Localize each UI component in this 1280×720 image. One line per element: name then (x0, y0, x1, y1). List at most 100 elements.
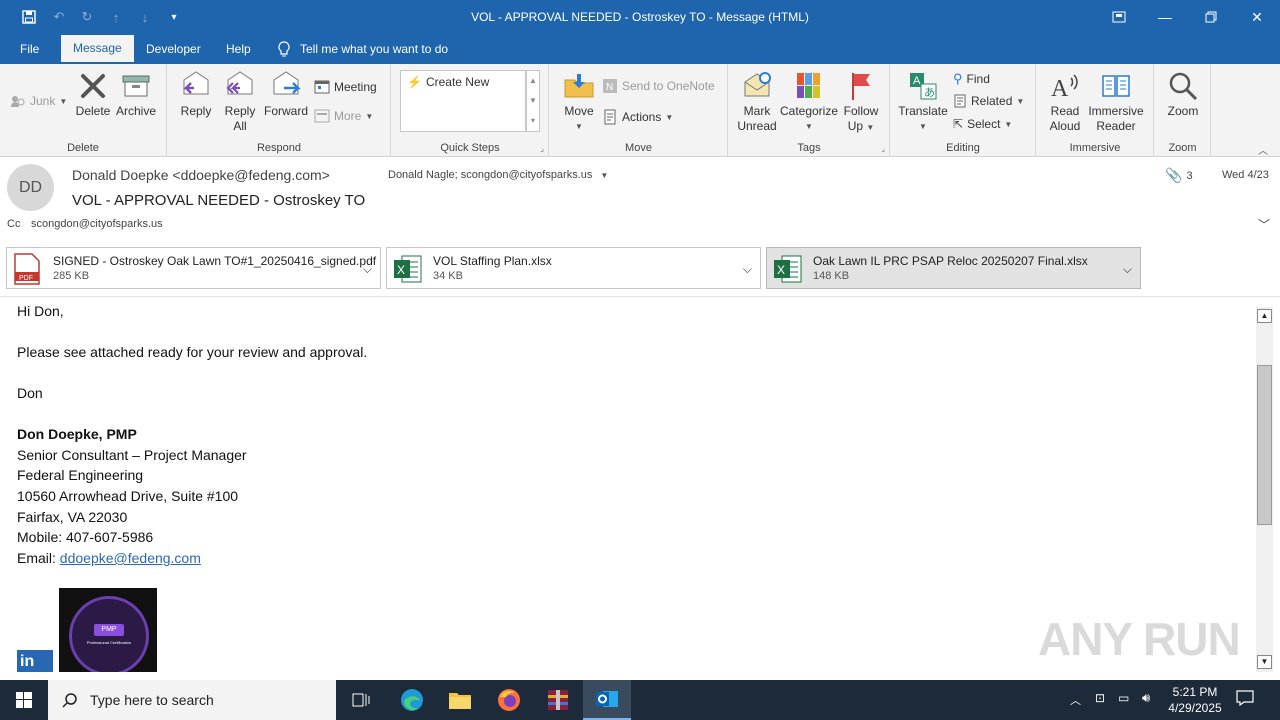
badge-subtext: Professional Certification (86, 640, 132, 645)
chevron-down-icon: ▼ (866, 123, 875, 132)
mark-unread-label-line1: Mark (743, 104, 771, 118)
chevron-down-icon[interactable]: ⌵ (743, 262, 752, 277)
svg-text:PDF: PDF (19, 275, 33, 282)
minimize-button[interactable]: — (1142, 0, 1188, 34)
badge-circle: PMP Professional Certification (69, 596, 149, 672)
group-editing: Aあ Translate ▼ ⚲ Find Related ▼ ⇱ Select ▼… (891, 64, 1036, 157)
meeting-button[interactable]: Meeting (314, 79, 377, 94)
chevron-down-icon: ▼ (665, 112, 674, 122)
reply-all-button[interactable]: Reply All (220, 70, 260, 134)
clock-time: 5:21 PM (1172, 685, 1218, 699)
attachment-xlsx[interactable]: X VOL Staffing Plan.xlsx 34 KB ⌵ (386, 247, 761, 289)
collapse-ribbon-icon[interactable]: ︿ (1258, 142, 1268, 157)
actions-button[interactable]: Actions ▼ (602, 109, 673, 125)
zoom-button[interactable]: Zoom (1161, 70, 1205, 119)
tab-help[interactable]: Help (214, 34, 263, 64)
select-button[interactable]: ⇱ Select ▼ (953, 117, 1012, 131)
dialog-launcher-icon[interactable]: ⌟ (540, 144, 544, 153)
firefox-icon (498, 689, 520, 711)
cc-recipients[interactable]: scongdon@cityofsparks.us (31, 218, 163, 230)
chevron-down-icon: ▼ (1016, 96, 1025, 106)
signature-email-line: Email: ddoepke@fedeng.com (17, 550, 201, 566)
taskbar-search-box[interactable]: Type here to search (48, 680, 336, 720)
send-to-onenote-button[interactable]: N Send to OneNote (602, 78, 715, 94)
move-button[interactable]: Move ▼ (560, 70, 598, 134)
chevron-down-icon: ▼ (600, 170, 609, 180)
file-explorer-taskbar-button[interactable] (438, 680, 482, 720)
read-aloud-button[interactable]: A Read Aloud (1043, 70, 1087, 134)
move-label: Move (564, 104, 594, 118)
winrar-taskbar-button[interactable] (536, 680, 580, 720)
group-label: Tags (797, 142, 821, 154)
tab-message[interactable]: Message (61, 35, 134, 64)
translate-button[interactable]: Aあ Translate ▼ (897, 70, 949, 134)
signature-company: Federal Engineering (17, 467, 144, 483)
system-clock[interactable]: 5:21 PM 4/29/2025 (1166, 684, 1224, 716)
volume-icon[interactable]: 🔊︎ (1142, 690, 1150, 706)
group-label: Immersive (1069, 142, 1121, 154)
attachment-pdf[interactable]: PDF SIGNED - Ostroskey Oak Lawn TO#1_202… (6, 247, 381, 289)
group-respond: Reply Reply All Forward Meeting More ▼ Re… (168, 64, 391, 157)
follow-up-label-line2: Up ▼ (848, 119, 875, 135)
attachment-xlsx-selected[interactable]: X Oak Lawn IL PRC PSAP Reloc 20250207 Fi… (766, 247, 1141, 289)
group-label: Quick Steps (440, 142, 500, 154)
tab-file[interactable]: File (8, 34, 51, 64)
chevron-down-icon[interactable]: ⌵ (363, 262, 372, 277)
search-placeholder: Type here to search (90, 692, 214, 708)
expand-header-icon[interactable]: ﹀ (1258, 216, 1270, 233)
scroll-down-icon[interactable]: ▼ (1257, 655, 1272, 669)
sender[interactable]: Donald Doepke <ddoepke@fedeng.com> (72, 167, 330, 183)
edge-icon (401, 689, 423, 711)
firefox-taskbar-button[interactable] (487, 680, 531, 720)
scroll-up-icon[interactable]: ▲ (1257, 309, 1272, 323)
quick-steps-scroll[interactable]: ▲ ▼ ▾ (526, 70, 540, 132)
related-button[interactable]: Related ▼ (953, 94, 1024, 108)
linkedin-icon[interactable]: in (17, 650, 53, 672)
edge-taskbar-button[interactable] (390, 680, 434, 720)
close-button[interactable]: ✕ (1234, 0, 1280, 34)
task-view-button[interactable] (344, 680, 378, 720)
show-hidden-icons[interactable]: ︿ (1070, 692, 1081, 708)
tab-developer[interactable]: Developer (134, 34, 213, 64)
quick-step-create-new[interactable]: ⚡ Create New (407, 75, 489, 89)
notifications-icon[interactable] (1236, 690, 1254, 709)
signature-city: Fairfax, VA 22030 (17, 509, 128, 525)
tell-me-box[interactable]: Tell me what you want to do (278, 34, 448, 64)
forward-button[interactable]: Forward (264, 70, 308, 119)
network-device-icon[interactable]: ⊡ (1095, 691, 1105, 705)
chevron-down-icon: ▼ (1004, 119, 1013, 129)
immersive-reader-icon (1102, 75, 1130, 97)
dialog-launcher-icon[interactable]: ⌟ (881, 144, 885, 153)
categorize-button[interactable]: Categorize ▼ (779, 70, 839, 134)
cursor-icon: ⇱ (953, 117, 964, 131)
more-respond-button[interactable]: More ▼ (314, 109, 373, 123)
network-icon[interactable]: ▭ (1118, 691, 1129, 705)
outlook-message-window: { "window": {"title": "VOL - APPROVAL NE… (0, 0, 1280, 720)
actions-icon (604, 109, 616, 125)
junk-button[interactable]: Junk ▼ (10, 94, 67, 108)
greeting: Hi Don, (17, 303, 64, 319)
body-scrollbar[interactable]: ▲ ▼ (1256, 307, 1273, 672)
categorize-icon (797, 73, 820, 98)
email-link[interactable]: ddoepke@fedeng.com (60, 550, 201, 566)
windows-icon (16, 692, 32, 708)
archive-button[interactable]: Archive (114, 70, 158, 119)
restore-button[interactable] (1188, 0, 1234, 34)
start-button[interactable] (0, 680, 48, 720)
translate-label: Translate (898, 104, 948, 118)
mark-unread-button[interactable]: Mark Unread (735, 70, 779, 134)
outlook-taskbar-button[interactable] (583, 680, 631, 720)
ribbon-display-options-icon[interactable] (1096, 0, 1142, 34)
immersive-reader-button[interactable]: Immersive Reader (1085, 70, 1147, 134)
follow-up-button[interactable]: Follow Up ▼ (839, 70, 883, 135)
reply-button[interactable]: Reply (176, 70, 216, 119)
attachment-name: SIGNED - Ostroskey Oak Lawn TO#1_2025041… (53, 254, 377, 268)
chevron-down-icon[interactable]: ⌵ (1123, 262, 1132, 277)
recipients[interactable]: Donald Nagle; scongdon@cityofsparks.us ▼ (388, 169, 608, 181)
find-button[interactable]: ⚲ Find (953, 71, 990, 87)
delete-button[interactable]: Delete (74, 70, 112, 119)
translate-icon: Aあ (910, 73, 937, 100)
group-immersive: A Read Aloud Immersive Reader Immersive (1037, 64, 1154, 157)
scroll-thumb[interactable] (1257, 365, 1272, 525)
categorize-label: Categorize (779, 104, 839, 118)
